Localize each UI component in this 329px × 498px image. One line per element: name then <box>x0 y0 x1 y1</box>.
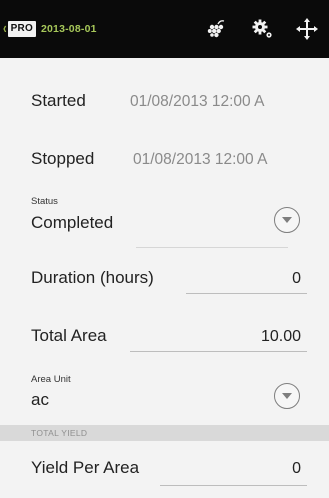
status-row: Status Completed <box>0 192 329 250</box>
stopped-row[interactable]: Stopped 01/08/2013 12:00 A <box>0 138 329 180</box>
chevron-down-icon <box>282 393 292 399</box>
duration-label: Duration (hours) <box>31 268 154 287</box>
duration-input[interactable]: 0 <box>190 270 301 288</box>
total-area-input-underline <box>130 351 307 352</box>
action-icons <box>194 0 329 58</box>
settings-button[interactable] <box>242 9 282 49</box>
yield-per-area-input[interactable]: 0 <box>190 460 301 478</box>
area-unit-label: Area Unit <box>31 374 71 385</box>
harvest-button[interactable] <box>195 9 235 49</box>
form-content: Started 01/08/2013 12:00 A Stopped 01/08… <box>0 58 329 498</box>
started-value[interactable]: 01/08/2013 12:00 A <box>130 93 264 111</box>
move-button[interactable] <box>287 9 327 49</box>
yield-per-area-row: Yield Per Area 0 <box>0 452 329 492</box>
total-area-row: Total Area 10.00 <box>0 320 329 356</box>
status-divider <box>136 247 288 248</box>
chevron-down-icon <box>282 217 292 223</box>
area-unit-dropdown-button[interactable] <box>274 383 300 409</box>
area-unit-value[interactable]: ac <box>31 390 49 410</box>
total-yield-section-header: TOTAL YIELD <box>0 425 329 441</box>
total-area-label: Total Area <box>31 326 107 345</box>
arrows-icon <box>296 18 318 40</box>
yield-per-area-label: Yield Per Area <box>31 458 140 477</box>
started-row[interactable]: Started 01/08/2013 12:00 A <box>0 80 329 122</box>
status-dropdown-button[interactable] <box>274 207 300 233</box>
stopped-label: Stopped <box>31 149 95 168</box>
stopped-value[interactable]: 01/08/2013 12:00 A <box>133 151 267 169</box>
pro-badge: PRO <box>7 21 36 37</box>
area-unit-row: Area Unit ac <box>0 370 329 426</box>
duration-row: Duration (hours) 0 <box>0 262 329 298</box>
gear-icon <box>252 19 272 38</box>
total-area-input[interactable]: 10.00 <box>150 328 301 346</box>
action-bar: ‹ PRO 2013-08-01 <box>0 0 329 58</box>
status-label: Status <box>31 196 58 207</box>
duration-input-underline <box>186 293 307 294</box>
back-button[interactable]: ‹ PRO 2013-08-01 <box>0 0 97 58</box>
yield-per-area-input-underline <box>160 485 307 486</box>
grapes-icon <box>207 20 225 38</box>
page-title: 2013-08-01 <box>40 23 97 35</box>
started-label: Started <box>31 91 86 110</box>
chevron-left-icon: ‹ <box>3 19 7 37</box>
status-value[interactable]: Completed <box>31 213 113 233</box>
